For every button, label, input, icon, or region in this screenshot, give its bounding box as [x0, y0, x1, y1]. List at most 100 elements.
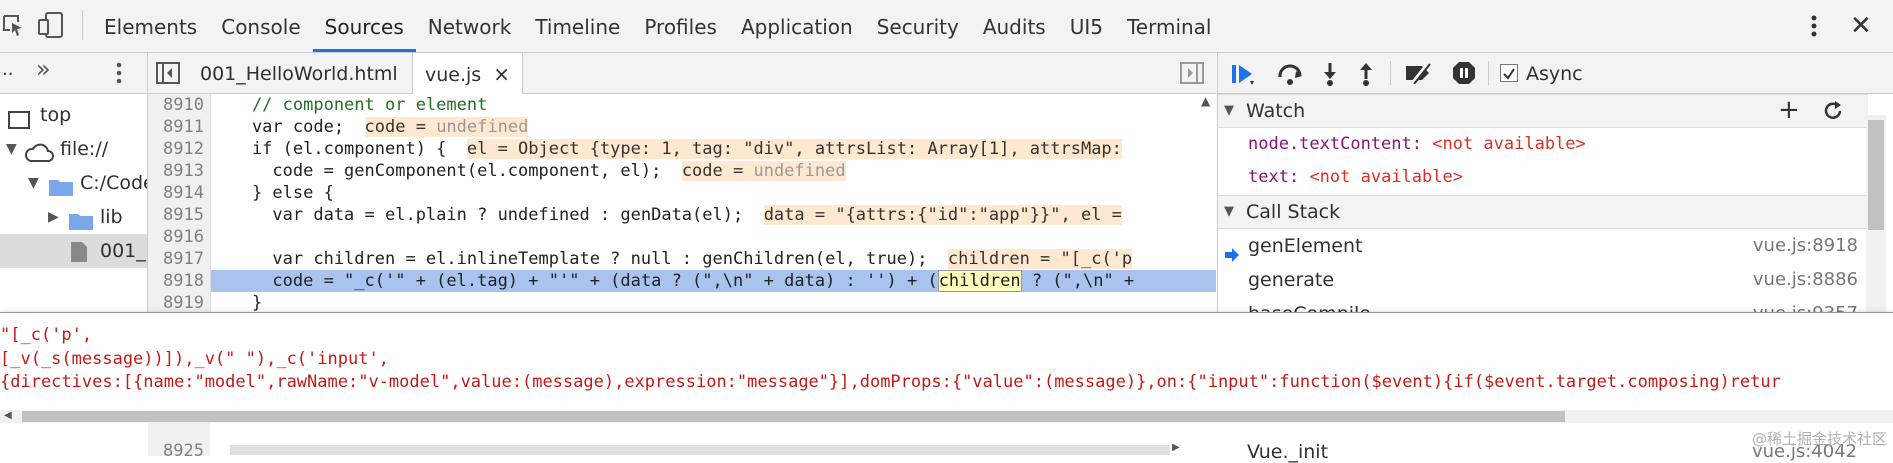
- hovered-token[interactable]: children: [937, 270, 1022, 292]
- watch-colon: :: [1411, 134, 1433, 154]
- add-watch-icon[interactable]: +: [1778, 94, 1800, 126]
- code-line[interactable]: var code; code = undefined: [211, 116, 1216, 138]
- tree-item-file[interactable]: ▼ file://: [0, 132, 147, 166]
- close-devtools-icon[interactable]: ✕: [1850, 12, 1872, 40]
- sidebar-scrollbar[interactable]: [1866, 115, 1886, 313]
- bottom-gutter: 8925: [148, 423, 210, 461]
- toolbar-divider: [1488, 61, 1489, 85]
- watch-expression[interactable]: text: <not available>: [1248, 161, 1463, 193]
- line-number-gutter[interactable]: 8910 8911 8912 8913 8914 8915 8916 8917 …: [148, 94, 211, 313]
- async-checkbox[interactable]: [1500, 64, 1518, 82]
- line-number[interactable]: 8910: [148, 94, 204, 116]
- line-number[interactable]: 8925: [163, 441, 204, 461]
- call-stack-section-header[interactable]: ▼ Call Stack: [1218, 195, 1868, 229]
- editor-horizontal-scrollbar[interactable]: [230, 445, 1170, 455]
- popover-scrollbar-thumb[interactable]: [22, 411, 1565, 422]
- call-frame-location[interactable]: vue.js:8886: [1753, 263, 1858, 297]
- watch-name: node.textContent: [1248, 134, 1412, 154]
- expand-triangle-icon[interactable]: ▼: [28, 166, 39, 200]
- popover-horizontal-scrollbar[interactable]: ◀: [0, 410, 1893, 423]
- navigator-menu-icon[interactable]: [114, 60, 124, 91]
- scroll-right-arrow-icon[interactable]: ▶: [1172, 442, 1180, 453]
- pause-on-exceptions-icon[interactable]: [1452, 61, 1476, 90]
- call-frame[interactable]: generate vue.js:8886: [1218, 263, 1868, 297]
- scroll-up-arrow-icon[interactable]: ▲: [1201, 94, 1210, 108]
- scroll-left-arrow-icon[interactable]: ◀: [4, 410, 12, 421]
- tab-profiles[interactable]: Profiles: [632, 0, 729, 52]
- line-number[interactable]: 8918: [148, 270, 204, 292]
- watch-expression[interactable]: node.textContent: <not available>: [1248, 128, 1586, 160]
- code-line[interactable]: if (el.component) { el = Object {type: 1…: [211, 138, 1216, 160]
- step-into-icon[interactable]: [1322, 61, 1338, 92]
- watch-section-header[interactable]: ▼ Watch +: [1218, 94, 1868, 128]
- call-frame-current[interactable]: genElement vue.js:8918: [1218, 229, 1868, 263]
- step-over-icon[interactable]: [1276, 63, 1304, 90]
- tree-item-label: lib: [100, 206, 123, 228]
- step-out-icon[interactable]: [1358, 61, 1374, 92]
- more-tabs-chevron-icon[interactable]: »: [36, 55, 51, 83]
- navigator-tab-ellipsis[interactable]: ..: [2, 59, 13, 80]
- call-frame-location[interactable]: vue.js:9357: [1753, 297, 1858, 313]
- editor-tab-vuejs[interactable]: vue.js ×: [412, 53, 524, 94]
- line-number[interactable]: 8917: [148, 248, 204, 270]
- code-line[interactable]: } else {: [211, 182, 1216, 204]
- inline-value: data = "{attrs:{"id":"app"}}", el =: [763, 205, 1122, 225]
- editor-tab-helloworld[interactable]: 001_HelloWorld.html: [188, 53, 410, 93]
- line-number[interactable]: 8911: [148, 116, 204, 138]
- line-number[interactable]: 8913: [148, 160, 204, 182]
- code-area[interactable]: // component or element var code; code =…: [211, 94, 1216, 313]
- tab-console[interactable]: Console: [209, 0, 312, 52]
- tab-security[interactable]: Security: [865, 0, 971, 52]
- toggle-debugger-icon[interactable]: [1180, 62, 1204, 89]
- line-number[interactable]: 8916: [148, 226, 204, 248]
- tab-application[interactable]: Application: [729, 0, 865, 52]
- popover-value-line: [_v(_s(message))]),_v(" "),_c('input',: [0, 349, 389, 369]
- file-icon: [70, 240, 88, 274]
- current-execution-line[interactable]: code = "_c('" + (el.tag) + "'" + (data ?…: [211, 270, 1216, 292]
- tree-item-file-hello[interactable]: 001_H: [0, 234, 147, 268]
- tree-item-folder-code[interactable]: ▼ C:/Code: [0, 166, 147, 200]
- code-text: code = genComponent(el.component, el);: [211, 161, 682, 181]
- line-number[interactable]: 8912: [148, 138, 204, 160]
- sidebar-scrollbar-thumb[interactable]: [1868, 120, 1884, 230]
- close-tab-icon[interactable]: ×: [493, 62, 510, 86]
- deactivate-breakpoints-icon[interactable]: [1404, 62, 1434, 89]
- tab-timeline[interactable]: Timeline: [523, 0, 632, 52]
- collapse-triangle-icon[interactable]: ▶: [48, 200, 59, 234]
- call-frame-location[interactable]: vue.js:8918: [1753, 229, 1858, 263]
- code-line[interactable]: var children = el.inlineTemplate ? null …: [211, 248, 1216, 270]
- more-options-icon[interactable]: [1807, 12, 1821, 40]
- device-toolbar-icon[interactable]: [38, 11, 64, 44]
- tree-item-label: 001_H: [100, 240, 147, 262]
- code-text: var code;: [211, 117, 365, 137]
- line-number[interactable]: 8919: [148, 292, 204, 313]
- line-number[interactable]: 8915: [148, 204, 204, 226]
- code-comment: // component or element: [211, 95, 488, 115]
- tree-item-top[interactable]: top: [0, 98, 147, 132]
- inspect-element-icon[interactable]: [2, 14, 24, 43]
- code-line[interactable]: var data = el.plain ? undefined : genDat…: [211, 204, 1216, 226]
- code-line[interactable]: [211, 226, 1216, 248]
- code-line[interactable]: code = genComponent(el.component, el); c…: [211, 160, 1216, 182]
- obscured-content: 8925 ▶ Vue._init vue.js:4042: [0, 423, 1893, 463]
- tab-elements[interactable]: Elements: [92, 0, 209, 52]
- async-label[interactable]: Async: [1526, 53, 1583, 95]
- tab-audits[interactable]: Audits: [971, 0, 1058, 52]
- tab-sources[interactable]: Sources: [312, 0, 416, 52]
- line-number[interactable]: 8914: [148, 182, 204, 204]
- code-line[interactable]: // component or element: [211, 94, 1216, 116]
- tree-item-folder-lib[interactable]: ▶ lib: [0, 200, 147, 234]
- call-stack-title: Call Stack: [1246, 201, 1341, 223]
- toggle-navigator-icon[interactable]: [156, 62, 180, 89]
- toolbar-divider: [1390, 61, 1391, 85]
- call-frame[interactable]: baseCompile vue.js:9357: [1218, 297, 1868, 313]
- refresh-watch-icon[interactable]: [1822, 100, 1844, 132]
- call-frame-function: baseCompile: [1248, 297, 1371, 313]
- tab-terminal[interactable]: Terminal: [1115, 0, 1224, 52]
- resume-icon[interactable]: [1230, 63, 1256, 90]
- tab-ui5[interactable]: UI5: [1058, 0, 1115, 52]
- code-line[interactable]: }: [211, 292, 1216, 313]
- tab-network[interactable]: Network: [416, 0, 524, 52]
- expand-triangle-icon[interactable]: ▼: [6, 132, 17, 166]
- call-frame-function[interactable]: Vue._init: [1247, 441, 1328, 463]
